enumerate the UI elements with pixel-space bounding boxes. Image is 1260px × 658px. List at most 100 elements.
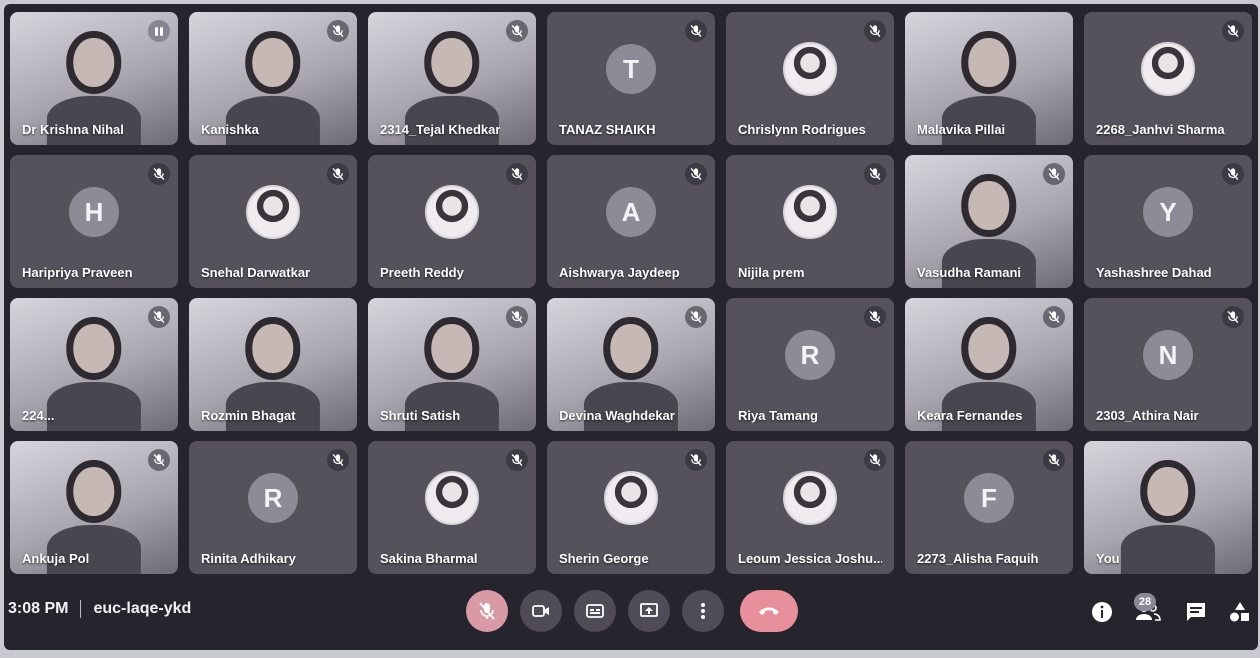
mic-toggle-button[interactable] <box>466 590 508 632</box>
avatar-initial: T <box>606 44 656 95</box>
mic-off-icon <box>1043 163 1065 185</box>
speaking-indicator-icon <box>148 20 170 42</box>
participant-tile[interactable]: Malavika Pillai <box>905 12 1073 145</box>
participant-name: You <box>1096 551 1120 566</box>
participant-name: Ankuja Pol <box>22 551 90 566</box>
side-panel-icons <box>1078 590 1258 640</box>
profile-photo <box>425 185 479 240</box>
participant-name: TANAZ SHAIKH <box>559 122 656 137</box>
participant-tile[interactable]: 224... <box>10 298 178 431</box>
profile-photo <box>783 42 837 97</box>
participant-tile[interactable]: Chrislynn Rodrigues <box>726 12 894 145</box>
participant-name: Sherin George <box>559 551 649 566</box>
participant-tile[interactable]: F 2273_Alisha Faquih <box>905 441 1073 574</box>
meeting-info-divider <box>80 600 82 618</box>
participant-name: Nijila prem <box>738 265 805 280</box>
mic-off-icon <box>479 602 495 620</box>
participant-name: 2268_Janhvi Sharma <box>1096 122 1225 137</box>
participant-count-badge: 28 <box>1134 593 1156 611</box>
participant-tile[interactable]: H Haripriya Praveen <box>10 155 178 288</box>
mic-off-icon <box>685 306 707 328</box>
avatar-initial: N <box>1143 330 1193 381</box>
captions-icon <box>586 604 604 618</box>
chat-icon <box>1187 603 1205 621</box>
avatar-initial: A <box>606 187 656 238</box>
participant-tile[interactable]: Vasudha Ramani <box>905 155 1073 288</box>
avatar-initial: F <box>964 473 1014 524</box>
participant-tile[interactable]: Keara Fernandes <box>905 298 1073 431</box>
participant-name: Yashashree Dahad <box>1096 265 1212 280</box>
participant-tile[interactable]: Shruti Satish <box>368 298 536 431</box>
mic-off-icon <box>864 163 886 185</box>
participant-name: Vasudha Ramani <box>917 265 1022 280</box>
participant-tile[interactable]: Devina Waghdekar <box>547 298 715 431</box>
participant-tile[interactable]: Sherin George <box>547 441 715 574</box>
participant-name: 2314_Tejal Khedkar <box>380 122 501 137</box>
participant-tile[interactable]: 2314_Tejal Khedkar <box>368 12 536 145</box>
mic-off-icon <box>864 449 886 471</box>
participant-name: Kanishka <box>201 122 259 137</box>
mic-off-icon <box>327 163 349 185</box>
participant-name: Aishwarya Jaydeep <box>559 265 680 280</box>
avatar-initial: R <box>248 473 298 524</box>
participant-tile[interactable]: 2268_Janhvi Sharma <box>1084 12 1252 145</box>
participant-name: 2303_Athira Nair <box>1096 408 1199 423</box>
camera-icon <box>532 605 549 617</box>
participant-name: Dr Krishna Nihal <box>22 122 124 137</box>
profile-photo <box>246 185 300 240</box>
profile-photo <box>783 471 837 526</box>
avatar-initial: H <box>69 187 119 238</box>
participant-tile[interactable]: Dr Krishna Nihal <box>10 12 178 145</box>
participant-tile[interactable]: Kanishka <box>189 12 357 145</box>
participant-tile[interactable]: Ankuja Pol <box>10 441 178 574</box>
chat-button[interactable] <box>1182 598 1210 626</box>
participant-tile[interactable]: You <box>1084 441 1252 574</box>
profile-photo <box>425 471 479 526</box>
activities-button[interactable] <box>1226 598 1254 626</box>
participant-grid: Dr Krishna Nihal Kanishka 2314_Tejal Khedk… <box>10 12 1252 574</box>
participant-name: Malavika Pillai <box>917 122 1006 137</box>
participant-tile[interactable]: N 2303_Athira Nair <box>1084 298 1252 431</box>
participant-tile[interactable]: Rozmin Bhagat <box>189 298 357 431</box>
mic-off-icon <box>506 306 528 328</box>
participant-tile[interactable]: Sakina Bharmal <box>368 441 536 574</box>
bottom-toolbar: 3:08 PM euc-laqe-ykd <box>4 580 1258 650</box>
present-icon <box>640 603 658 617</box>
profile-photo <box>783 185 837 240</box>
more-options-button[interactable] <box>682 590 724 632</box>
participant-video <box>1120 462 1216 574</box>
mic-off-icon <box>148 163 170 185</box>
captions-button[interactable] <box>574 590 616 632</box>
participant-tile[interactable]: Preeth Reddy <box>368 155 536 288</box>
participant-tile[interactable]: A Aishwarya Jaydeep <box>547 155 715 288</box>
camera-toggle-button[interactable] <box>520 590 562 632</box>
avatar-initial: Y <box>1143 187 1193 238</box>
participant-name: Preeth Reddy <box>380 265 464 280</box>
meeting-code: euc-laqe-ykd <box>93 600 192 617</box>
participant-tile[interactable]: R Riya Tamang <box>726 298 894 431</box>
more-options-icon <box>701 603 705 619</box>
mic-off-icon <box>1043 306 1065 328</box>
mic-off-icon <box>506 163 528 185</box>
mic-off-icon <box>506 449 528 471</box>
meeting-info: 3:08 PM euc-laqe-ykd <box>8 600 191 618</box>
meeting-details-button[interactable] <box>1088 598 1116 626</box>
mic-off-icon <box>148 449 170 471</box>
mic-off-icon <box>685 20 707 42</box>
participant-name: Chrislynn Rodrigues <box>738 122 866 137</box>
profile-photo <box>1141 42 1195 97</box>
info-icon <box>1092 602 1112 622</box>
participant-tile[interactable]: Leoum Jessica Joshu... <box>726 441 894 574</box>
mic-off-icon <box>685 163 707 185</box>
end-call-button[interactable] <box>740 590 798 632</box>
participant-tile[interactable]: T TANAZ SHAIKH <box>547 12 715 145</box>
participant-name: Riya Tamang <box>738 408 818 423</box>
participant-tile[interactable]: R Rinita Adhikary <box>189 441 357 574</box>
meeting-time: 3:08 PM <box>8 600 69 617</box>
participant-tile[interactable]: Nijila prem <box>726 155 894 288</box>
participant-tile[interactable]: Snehal Darwatkar <box>189 155 357 288</box>
mic-off-icon <box>1222 163 1244 185</box>
present-screen-button[interactable] <box>628 590 670 632</box>
participant-name: Shruti Satish <box>380 408 461 423</box>
participant-tile[interactable]: Y Yashashree Dahad <box>1084 155 1252 288</box>
